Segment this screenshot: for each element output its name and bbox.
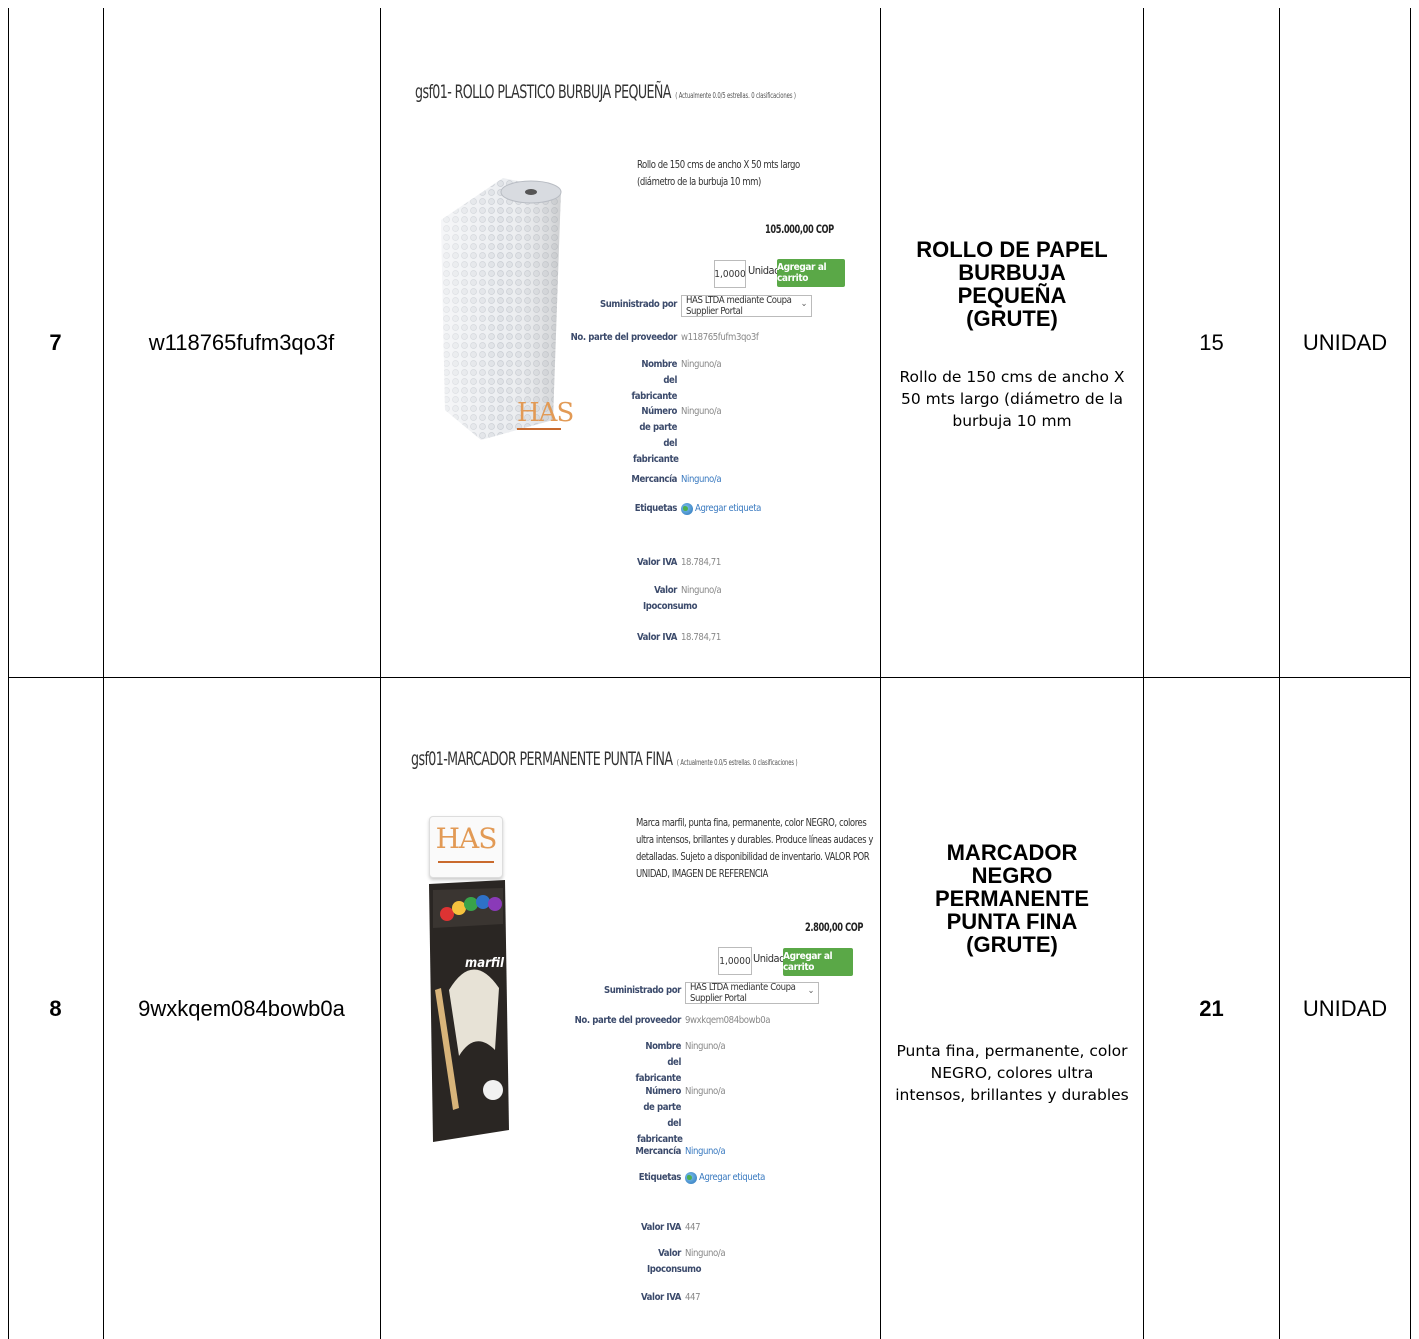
quantity-cell: 21: [1199, 995, 1224, 1021]
product-title-text: gsf01- ROLLO PLASTICO BURBUJA PEQUEÑA: [415, 81, 671, 103]
supplier-select[interactable]: HAS LTDA mediante Coupa Supplier Portal …: [685, 982, 819, 1004]
table-border-right: [1410, 8, 1411, 1339]
iva-value: 447: [685, 1222, 701, 1233]
add-tag-link[interactable]: Agregar etiqueta: [681, 501, 761, 517]
product-title: gsf01- ROLLO PLASTICO BURBUJA PEQUEÑA ( A…: [415, 81, 796, 103]
commodity-link[interactable]: Ninguno/a: [685, 1144, 726, 1160]
quantity-unit: Unidad: [748, 264, 780, 277]
product-price: 105.000,00 COP: [765, 222, 834, 236]
add-tag-text: Agregar etiqueta: [695, 503, 762, 514]
iva-value: 18.784,71: [681, 557, 721, 568]
row-number: 7: [49, 329, 62, 355]
item-code: w118765fufm3qo3f: [148, 329, 335, 355]
product-rating: ( Actualmente 0.0/5 estrellas. 0 clasifi…: [676, 758, 798, 767]
ipoconsumo-value: Ninguno/a: [681, 585, 722, 596]
manufacturer-name-label: Nombre del fabricante: [631, 359, 677, 402]
manufacturer-part-value: Ninguno/a: [685, 1086, 726, 1097]
supplied-by-label: Suministrado por: [599, 299, 677, 310]
tags-label: Etiquetas: [634, 503, 678, 514]
iva-label: Valor IVA: [636, 557, 677, 568]
manufacturer-part-label: Número de parte del fabricante: [633, 406, 679, 465]
chevron-down-icon: ⌄: [800, 299, 808, 309]
add-to-cart-button[interactable]: Agregar al carrito: [783, 948, 853, 976]
globe-icon: [681, 502, 693, 515]
add-tag-text: Agregar etiqueta: [699, 1172, 766, 1183]
product-price: 2.800,00 COP: [805, 920, 864, 934]
description-title: ROLLO DE PAPEL BURBUJA PEQUEÑA (GRUTE): [916, 236, 1108, 331]
product-screenshot: gsf01- ROLLO PLASTICO BURBUJA PEQUEÑA ( A…: [381, 8, 880, 677]
manufacturer-name-value: Ninguno/a: [681, 359, 722, 370]
globe-icon: [685, 1171, 697, 1184]
supplier-part-label: No. parte del proveedor: [570, 332, 678, 343]
commodity-label: Mercancía: [631, 474, 677, 485]
quantity-input[interactable]: 1,0000: [718, 947, 752, 975]
ipoconsumo-label: Valor Ipoconsumo: [643, 585, 698, 612]
supplier-select-value: HAS LTDA mediante Coupa Supplier Portal: [686, 295, 792, 317]
supplier-select-value: HAS LTDA mediante Coupa Supplier Portal: [690, 982, 796, 1004]
supplier-part-value: 9wxkqem084bowb0a: [685, 1015, 771, 1026]
iva-value-2: 18.784,71: [681, 632, 721, 643]
supplied-by-label: Suministrado por: [603, 985, 681, 996]
product-title: gsf01-MARCADOR PERMANENTE PUNTA FINA( Ac…: [411, 748, 798, 770]
quantity-cell: 15: [1199, 329, 1224, 355]
tags-label: Etiquetas: [638, 1172, 682, 1183]
manufacturer-part-label: Número de parte del fabricante: [637, 1086, 683, 1145]
ipoconsumo-label: Valor Ipoconsumo: [647, 1248, 702, 1275]
manufacturer-name-value: Ninguno/a: [685, 1041, 726, 1052]
commodity-label: Mercancía: [635, 1146, 681, 1157]
manufacturer-part-value: Ninguno/a: [681, 406, 722, 417]
product-title-text: gsf01-MARCADOR PERMANENTE PUNTA FINA: [411, 748, 673, 770]
description-title: MARCADOR NEGRO PERMANENTE PUNTA FINA (GR…: [934, 840, 1089, 957]
supplier-part-value: w118765fufm3qo3f: [681, 332, 759, 343]
supplier-select[interactable]: HAS LTDA mediante Coupa Supplier Portal …: [681, 295, 812, 317]
row-number: 8: [49, 995, 62, 1021]
iva-label-2: Valor IVA: [640, 1292, 681, 1303]
description-body: Punta fina, permanente, color NEGRO, col…: [895, 1042, 1129, 1104]
add-tag-link[interactable]: Agregar etiqueta: [685, 1170, 765, 1186]
has-logo-text: HAS: [517, 398, 574, 428]
unit-cell: UNIDAD: [1302, 995, 1388, 1021]
product-summary: Rollo de 150 cms de ancho X 50 mts largo…: [637, 158, 800, 188]
chevron-down-icon: ⌄: [807, 986, 815, 996]
description-cell: ROLLO DE PAPEL BURBUJA PEQUEÑA (GRUTE) R…: [881, 8, 1143, 677]
supplier-part-label: No. parte del proveedor: [574, 1015, 682, 1026]
add-to-cart-button[interactable]: Agregar al carrito: [777, 259, 845, 287]
item-code: 9wxkqem084bowb0a: [138, 995, 345, 1021]
ipoconsumo-value: Ninguno/a: [685, 1248, 726, 1259]
quantity-input[interactable]: 1,0000: [714, 260, 746, 288]
unit-cell: UNIDAD: [1302, 329, 1388, 355]
marker-brand: marfil: [465, 956, 505, 971]
has-logo: HAS: [517, 398, 574, 436]
iva-label-2: Valor IVA: [636, 632, 677, 643]
has-logo-text: HAS: [435, 822, 498, 855]
commodity-link[interactable]: Ninguno/a: [681, 472, 722, 488]
product-summary: Marca marfil, punta fina, permanente, co…: [636, 816, 873, 880]
product-screenshot: gsf01-MARCADOR PERMANENTE PUNTA FINA( Ac…: [381, 678, 880, 1339]
marker-package-image: HAS marfil: [419, 816, 511, 1146]
iva-value-2: 447: [685, 1292, 701, 1303]
iva-label: Valor IVA: [640, 1222, 681, 1233]
description-cell: MARCADOR NEGRO PERMANENTE PUNTA FINA (GR…: [881, 678, 1143, 1339]
product-rating: ( Actualmente 0.0/5 estrellas. 0 clasifi…: [675, 91, 796, 100]
description-body: Rollo de 150 cms de ancho X 50 mts largo…: [899, 367, 1125, 430]
manufacturer-name-label: Nombre del fabricante: [635, 1041, 681, 1084]
quantity-unit: Unidad: [753, 952, 785, 965]
